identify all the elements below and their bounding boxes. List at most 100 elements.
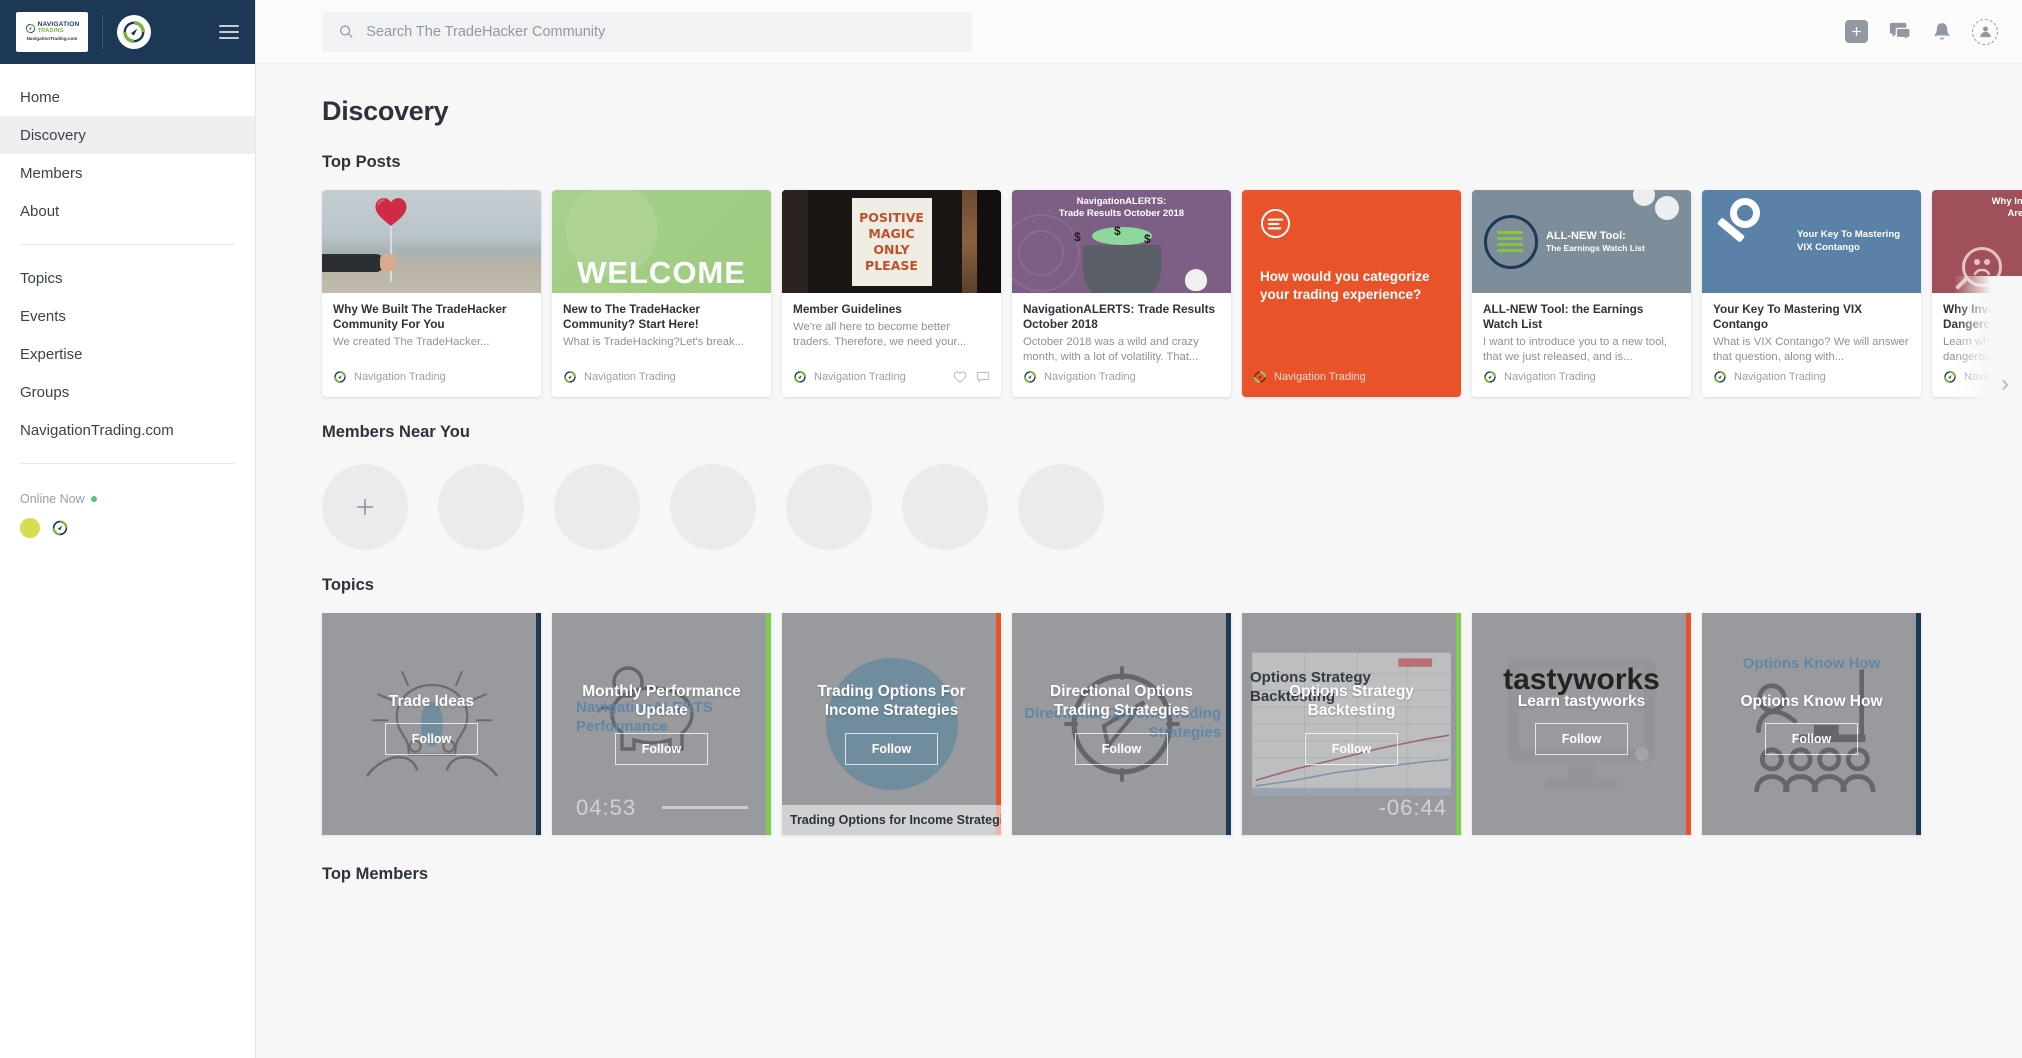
- compass-logo-icon: [564, 371, 576, 383]
- post-title: NavigationALERTS: Trade Results October …: [1023, 302, 1216, 332]
- notifications-button[interactable]: [1932, 21, 1952, 43]
- add-icon: [1845, 20, 1868, 43]
- avatar[interactable]: [50, 518, 70, 538]
- messages-icon: [1889, 22, 1911, 42]
- post-card[interactable]: WELCOME New to The TradeHacker Community…: [552, 190, 771, 397]
- post-footer: Navigation Trading: [1012, 367, 1231, 397]
- post-title: Why Inverse VIX ETFs Are Dangerous: [1943, 302, 2022, 332]
- sidebar-item-groups[interactable]: Groups: [0, 373, 255, 411]
- thumbnail-text-line2: VIX Contango: [1797, 241, 1860, 253]
- page-title: Discovery: [322, 96, 449, 126]
- poll-icon: [1260, 208, 1291, 239]
- search-container[interactable]: [322, 11, 972, 52]
- heart-icon[interactable]: [953, 370, 967, 384]
- follow-button[interactable]: Follow: [844, 732, 939, 765]
- post-author: Navigation Trading: [1504, 371, 1596, 383]
- balloon-string: [390, 224, 392, 282]
- follow-button[interactable]: Follow: [1534, 723, 1629, 756]
- follow-button[interactable]: Follow: [1304, 732, 1399, 765]
- sidebar-divider: [20, 244, 235, 245]
- messages-button[interactable]: [1888, 21, 1912, 43]
- sidebar-header: NAVIGATION TRADING NavigationTrading.com: [0, 0, 255, 64]
- topic-card[interactable]: Options Know How Options Know How Follow: [1702, 613, 1921, 835]
- post-thumbnail: [322, 190, 541, 293]
- hamburger-menu-icon[interactable]: [219, 25, 239, 39]
- follow-button[interactable]: Follow: [384, 723, 479, 756]
- online-now-text: Online Now: [20, 492, 85, 506]
- brand-logo[interactable]: NAVIGATION TRADING NavigationTrading.com: [16, 12, 88, 52]
- post-body: New to The TradeHacker Community? Start …: [552, 293, 771, 367]
- post-title: Your Key To Mastering VIX Contango: [1713, 302, 1863, 332]
- topic-card[interactable]: NavigationALERTS Performance Monthly Per…: [552, 613, 771, 835]
- online-now-label: Online Now: [20, 492, 235, 506]
- top-posts-carousel[interactable]: Why We Built The TradeHacker Community F…: [256, 172, 2022, 397]
- post-title: Why We Built The TradeHacker Community F…: [333, 302, 507, 332]
- post-card[interactable]: Why We Built The TradeHacker Community F…: [322, 190, 541, 397]
- sidebar-item-home[interactable]: Home: [0, 78, 255, 116]
- comment-icon[interactable]: [976, 370, 990, 384]
- follow-button[interactable]: Follow: [614, 732, 709, 765]
- sidebar-item-navigationtrading[interactable]: NavigationTrading.com: [0, 411, 255, 449]
- carousel-next-button[interactable]: ›: [1994, 364, 2016, 404]
- topics-carousel[interactable]: Trade Ideas Follow NavigationALERTS Perf…: [256, 595, 2022, 835]
- search-icon: [340, 25, 353, 38]
- sidebar-primary-nav: Home Discovery Members About: [0, 64, 255, 230]
- member-placeholder[interactable]: [902, 464, 988, 550]
- topic-card[interactable]: Directional Options Trading Strategies D…: [1012, 613, 1231, 835]
- members-near-you-list: [256, 442, 2022, 550]
- post-card[interactable]: ALL-NEW Tool: The Earnings Watch List AL…: [1472, 190, 1691, 397]
- compass-logo-icon: [52, 520, 68, 536]
- content-scroll-area[interactable]: Discovery Top Posts Why We Built The Tra…: [256, 64, 2022, 1058]
- topic-card[interactable]: tastyworks Learn tastyworks Follow: [1472, 613, 1691, 835]
- poll-card[interactable]: How would you categorize your trading ex…: [1242, 190, 1461, 397]
- topic-card[interactable]: Options Strategy Backtesting Options Str…: [1242, 613, 1461, 835]
- avatar[interactable]: [20, 518, 40, 538]
- member-placeholder[interactable]: [554, 464, 640, 550]
- sidebar-item-label: Expertise: [20, 345, 83, 363]
- sign-line: PLEASE: [865, 258, 918, 273]
- account-avatar-button[interactable]: [1972, 18, 1998, 45]
- post-card[interactable]: NavigationALERTS: Trade Results October …: [1012, 190, 1231, 397]
- post-card[interactable]: POSITIVE MAGIC ONLY PLEASE Member Guidel…: [782, 190, 1001, 397]
- topic-card[interactable]: Trading Options For Income Strategies Fo…: [782, 613, 1001, 835]
- sidebar-item-about[interactable]: About: [0, 192, 255, 230]
- dollar-icon: $: [1074, 230, 1081, 244]
- sidebar-item-discovery[interactable]: Discovery: [0, 116, 255, 154]
- sidebar-item-topics[interactable]: Topics: [0, 259, 255, 297]
- brand-name-line2: TRADING: [37, 27, 65, 34]
- thumbnail-text-line1: Your Key To Mastering: [1797, 228, 1901, 240]
- topic-content: Trading Options For Income Strategies Fo…: [782, 683, 1001, 765]
- post-body: Why We Built The TradeHacker Community F…: [322, 293, 541, 367]
- post-card[interactable]: Your Key To Mastering VIX Contango Your …: [1702, 190, 1921, 397]
- member-placeholder[interactable]: [786, 464, 872, 550]
- spiderweb-decoration: [1018, 230, 1064, 276]
- video-timecode: -06:44: [1378, 795, 1447, 820]
- add-member-button[interactable]: [322, 464, 408, 550]
- post-title: New to The TradeHacker Community? Start …: [563, 302, 701, 332]
- video-progress-bar[interactable]: [662, 806, 748, 809]
- member-placeholder[interactable]: [670, 464, 756, 550]
- sidebar-item-expertise[interactable]: Expertise: [0, 335, 255, 373]
- member-placeholder[interactable]: [438, 464, 524, 550]
- search-input[interactable]: [366, 23, 956, 40]
- member-placeholder[interactable]: [1018, 464, 1104, 550]
- post-thumbnail: ALL-NEW Tool: The Earnings Watch List: [1472, 190, 1691, 293]
- post-excerpt: What is TradeHacking?Let's break...: [563, 336, 745, 349]
- post-footer: Navigation Trading: [782, 367, 1001, 397]
- sidebar-item-members[interactable]: Members: [0, 154, 255, 192]
- post-author: Navigation Trading: [1044, 371, 1136, 383]
- topic-name: Monthly Performance Update: [582, 683, 741, 719]
- follow-button[interactable]: Follow: [1074, 732, 1169, 765]
- sidebar-item-events[interactable]: Events: [0, 297, 255, 335]
- post-footer: Navigation Trading: [552, 367, 771, 397]
- add-button[interactable]: [1845, 20, 1868, 43]
- thumbnail-text: NavigationALERTS: Trade Results October …: [1012, 190, 1231, 221]
- follow-button[interactable]: Follow: [1764, 723, 1859, 756]
- sidebar-item-label: Topics: [20, 269, 63, 287]
- topic-card[interactable]: Trade Ideas Follow: [322, 613, 541, 835]
- post-thumbnail: Why Inverse VIX ETFs Are Dangerous: [1932, 190, 2022, 293]
- post-footer: Navigation Trading: [1242, 367, 1461, 397]
- community-logo-icon[interactable]: [117, 15, 151, 49]
- post-excerpt: We created The TradeHacker...: [333, 336, 490, 349]
- post-reactions: [953, 370, 990, 384]
